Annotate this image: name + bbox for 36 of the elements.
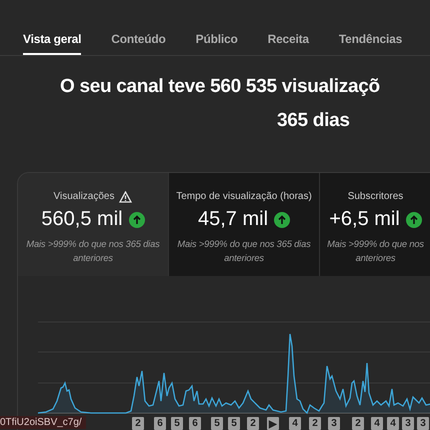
- video-marker[interactable]: ▶: [267, 417, 279, 430]
- video-marker[interactable]: 6: [154, 417, 166, 430]
- video-marker[interactable]: 6: [189, 417, 201, 430]
- metric-value: 45,7 mil: [198, 208, 268, 231]
- video-marker[interactable]: 2: [309, 417, 321, 430]
- status-url: 0TfiU2oiSBV_c7g/: [0, 416, 86, 429]
- metric-tab[interactable]: Tempo de visualização (horas) 45,7 mil Mais >999% do que nos 365 dias anteriores: [169, 173, 320, 276]
- tab[interactable]: Público: [196, 24, 238, 55]
- video-marker[interactable]: 2: [132, 417, 144, 430]
- tab[interactable]: Receita: [268, 24, 309, 55]
- video-marker[interactable]: 4: [387, 417, 399, 430]
- metric-value: 560,5 mil: [41, 208, 123, 231]
- video-marker[interactable]: 4: [371, 417, 383, 430]
- tab[interactable]: Tendências: [338, 24, 402, 55]
- metric-value: +6,5 mil: [329, 208, 400, 231]
- video-marker[interactable]: 3: [402, 417, 414, 430]
- metric-tab[interactable]: Subscritores +6,5 mil Mais >999% do que nos anteriores: [320, 173, 430, 276]
- metric-title: Tempo de visualização (horas): [176, 191, 312, 202]
- video-marker[interactable]: 5: [211, 417, 223, 430]
- video-marker[interactable]: 3: [417, 417, 429, 430]
- video-marker[interactable]: 3: [328, 417, 340, 430]
- video-marker[interactable]: 2: [352, 417, 364, 430]
- tab[interactable]: Vista geral: [23, 24, 82, 55]
- video-marker[interactable]: 5: [228, 417, 240, 430]
- metric-tab[interactable]: Visualizações 560,5 mil Mais >999% do que nos 365 dias anteriores: [18, 173, 169, 276]
- tab[interactable]: Conteúdo: [111, 24, 166, 55]
- metric-comparison: Mais >999% do que nos 365 dias anteriores: [25, 238, 161, 265]
- headline-text: O seu canal teve 560 535 visualizaçõ: [59, 75, 381, 99]
- video-marker[interactable]: 4: [289, 417, 301, 430]
- metric-title: Subscritores: [348, 191, 404, 202]
- metric-title: Visualizações: [54, 191, 114, 202]
- video-marker[interactable]: 5: [171, 417, 183, 430]
- headline-text: 365 dias: [276, 109, 351, 133]
- metric-comparison: Mais >999% do que nos anteriores: [326, 238, 425, 265]
- metric-comparison: Mais >999% do que nos 365 dias anteriores: [176, 238, 312, 265]
- video-marker[interactable]: 2: [247, 417, 259, 430]
